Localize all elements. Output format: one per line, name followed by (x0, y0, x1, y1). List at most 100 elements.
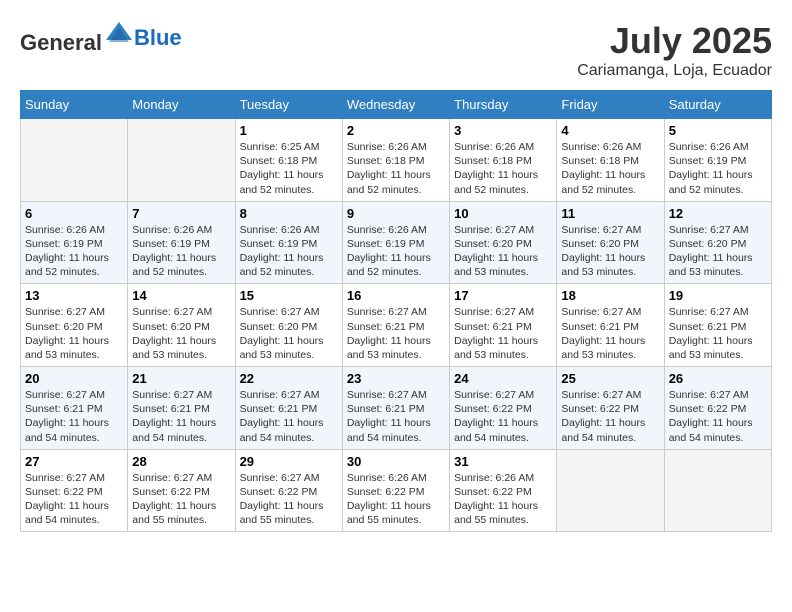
logo-text-general: General (20, 30, 102, 55)
calendar-day-cell: 29 Sunrise: 6:27 AM Sunset: 6:22 PM Dayl… (235, 449, 342, 532)
calendar-table: SundayMondayTuesdayWednesdayThursdayFrid… (20, 90, 772, 532)
calendar-header-cell: Wednesday (342, 91, 449, 119)
day-number: 28 (132, 454, 230, 469)
calendar-day-cell: 25 Sunrise: 6:27 AM Sunset: 6:22 PM Dayl… (557, 367, 664, 450)
calendar-day-cell (128, 119, 235, 202)
day-number: 24 (454, 371, 552, 386)
day-number: 3 (454, 123, 552, 138)
day-number: 22 (240, 371, 338, 386)
day-number: 23 (347, 371, 445, 386)
calendar-day-cell (21, 119, 128, 202)
day-number: 15 (240, 288, 338, 303)
day-number: 29 (240, 454, 338, 469)
calendar-day-cell: 24 Sunrise: 6:27 AM Sunset: 6:22 PM Dayl… (450, 367, 557, 450)
day-number: 30 (347, 454, 445, 469)
day-info: Sunrise: 6:27 AM Sunset: 6:22 PM Dayligh… (669, 388, 767, 445)
day-info: Sunrise: 6:27 AM Sunset: 6:21 PM Dayligh… (669, 305, 767, 362)
calendar-day-cell: 19 Sunrise: 6:27 AM Sunset: 6:21 PM Dayl… (664, 284, 771, 367)
day-info: Sunrise: 6:27 AM Sunset: 6:21 PM Dayligh… (240, 388, 338, 445)
calendar-week-row: 20 Sunrise: 6:27 AM Sunset: 6:21 PM Dayl… (21, 367, 772, 450)
calendar-day-cell: 1 Sunrise: 6:25 AM Sunset: 6:18 PM Dayli… (235, 119, 342, 202)
day-number: 4 (561, 123, 659, 138)
day-info: Sunrise: 6:27 AM Sunset: 6:22 PM Dayligh… (454, 388, 552, 445)
calendar-day-cell: 9 Sunrise: 6:26 AM Sunset: 6:19 PM Dayli… (342, 201, 449, 284)
day-number: 19 (669, 288, 767, 303)
calendar-header-cell: Monday (128, 91, 235, 119)
calendar-day-cell: 21 Sunrise: 6:27 AM Sunset: 6:21 PM Dayl… (128, 367, 235, 450)
day-number: 18 (561, 288, 659, 303)
calendar-header-row: SundayMondayTuesdayWednesdayThursdayFrid… (21, 91, 772, 119)
day-info: Sunrise: 6:27 AM Sunset: 6:21 PM Dayligh… (347, 388, 445, 445)
calendar-day-cell: 22 Sunrise: 6:27 AM Sunset: 6:21 PM Dayl… (235, 367, 342, 450)
calendar-day-cell: 15 Sunrise: 6:27 AM Sunset: 6:20 PM Dayl… (235, 284, 342, 367)
day-info: Sunrise: 6:26 AM Sunset: 6:19 PM Dayligh… (132, 223, 230, 280)
day-number: 12 (669, 206, 767, 221)
calendar-day-cell: 28 Sunrise: 6:27 AM Sunset: 6:22 PM Dayl… (128, 449, 235, 532)
day-number: 31 (454, 454, 552, 469)
calendar-header-cell: Sunday (21, 91, 128, 119)
calendar-day-cell: 23 Sunrise: 6:27 AM Sunset: 6:21 PM Dayl… (342, 367, 449, 450)
day-number: 16 (347, 288, 445, 303)
calendar-day-cell: 13 Sunrise: 6:27 AM Sunset: 6:20 PM Dayl… (21, 284, 128, 367)
day-number: 25 (561, 371, 659, 386)
calendar-day-cell (557, 449, 664, 532)
calendar-day-cell (664, 449, 771, 532)
day-info: Sunrise: 6:27 AM Sunset: 6:21 PM Dayligh… (561, 305, 659, 362)
calendar-day-cell: 10 Sunrise: 6:27 AM Sunset: 6:20 PM Dayl… (450, 201, 557, 284)
day-info: Sunrise: 6:27 AM Sunset: 6:21 PM Dayligh… (454, 305, 552, 362)
day-number: 6 (25, 206, 123, 221)
calendar-day-cell: 6 Sunrise: 6:26 AM Sunset: 6:19 PM Dayli… (21, 201, 128, 284)
day-info: Sunrise: 6:26 AM Sunset: 6:22 PM Dayligh… (347, 471, 445, 528)
day-info: Sunrise: 6:27 AM Sunset: 6:22 PM Dayligh… (132, 471, 230, 528)
day-number: 9 (347, 206, 445, 221)
day-info: Sunrise: 6:26 AM Sunset: 6:22 PM Dayligh… (454, 471, 552, 528)
calendar-body: 1 Sunrise: 6:25 AM Sunset: 6:18 PM Dayli… (21, 119, 772, 532)
day-info: Sunrise: 6:27 AM Sunset: 6:20 PM Dayligh… (132, 305, 230, 362)
day-info: Sunrise: 6:27 AM Sunset: 6:20 PM Dayligh… (240, 305, 338, 362)
calendar-day-cell: 26 Sunrise: 6:27 AM Sunset: 6:22 PM Dayl… (664, 367, 771, 450)
calendar-week-row: 13 Sunrise: 6:27 AM Sunset: 6:20 PM Dayl… (21, 284, 772, 367)
location-title: Cariamanga, Loja, Ecuador (577, 62, 772, 80)
day-info: Sunrise: 6:27 AM Sunset: 6:20 PM Dayligh… (454, 223, 552, 280)
day-info: Sunrise: 6:26 AM Sunset: 6:18 PM Dayligh… (454, 140, 552, 197)
day-number: 27 (25, 454, 123, 469)
calendar-week-row: 6 Sunrise: 6:26 AM Sunset: 6:19 PM Dayli… (21, 201, 772, 284)
calendar-week-row: 1 Sunrise: 6:25 AM Sunset: 6:18 PM Dayli… (21, 119, 772, 202)
day-info: Sunrise: 6:27 AM Sunset: 6:22 PM Dayligh… (561, 388, 659, 445)
day-info: Sunrise: 6:25 AM Sunset: 6:18 PM Dayligh… (240, 140, 338, 197)
calendar-day-cell: 20 Sunrise: 6:27 AM Sunset: 6:21 PM Dayl… (21, 367, 128, 450)
day-info: Sunrise: 6:27 AM Sunset: 6:21 PM Dayligh… (132, 388, 230, 445)
day-number: 14 (132, 288, 230, 303)
calendar-week-row: 27 Sunrise: 6:27 AM Sunset: 6:22 PM Dayl… (21, 449, 772, 532)
logo: General Blue (20, 20, 182, 56)
calendar-day-cell: 17 Sunrise: 6:27 AM Sunset: 6:21 PM Dayl… (450, 284, 557, 367)
calendar-day-cell: 11 Sunrise: 6:27 AM Sunset: 6:20 PM Dayl… (557, 201, 664, 284)
calendar-day-cell: 31 Sunrise: 6:26 AM Sunset: 6:22 PM Dayl… (450, 449, 557, 532)
day-number: 21 (132, 371, 230, 386)
day-number: 13 (25, 288, 123, 303)
logo-text-blue: Blue (134, 25, 182, 51)
day-info: Sunrise: 6:27 AM Sunset: 6:20 PM Dayligh… (561, 223, 659, 280)
calendar-header-cell: Saturday (664, 91, 771, 119)
calendar-day-cell: 30 Sunrise: 6:26 AM Sunset: 6:22 PM Dayl… (342, 449, 449, 532)
day-info: Sunrise: 6:26 AM Sunset: 6:19 PM Dayligh… (25, 223, 123, 280)
calendar-day-cell: 2 Sunrise: 6:26 AM Sunset: 6:18 PM Dayli… (342, 119, 449, 202)
day-info: Sunrise: 6:27 AM Sunset: 6:20 PM Dayligh… (669, 223, 767, 280)
logo-icon (104, 20, 134, 50)
calendar-day-cell: 3 Sunrise: 6:26 AM Sunset: 6:18 PM Dayli… (450, 119, 557, 202)
calendar-day-cell: 7 Sunrise: 6:26 AM Sunset: 6:19 PM Dayli… (128, 201, 235, 284)
day-number: 5 (669, 123, 767, 138)
title-block: July 2025 Cariamanga, Loja, Ecuador (577, 20, 772, 80)
calendar-day-cell: 14 Sunrise: 6:27 AM Sunset: 6:20 PM Dayl… (128, 284, 235, 367)
calendar-day-cell: 4 Sunrise: 6:26 AM Sunset: 6:18 PM Dayli… (557, 119, 664, 202)
day-info: Sunrise: 6:27 AM Sunset: 6:20 PM Dayligh… (25, 305, 123, 362)
day-number: 8 (240, 206, 338, 221)
day-number: 11 (561, 206, 659, 221)
calendar-day-cell: 27 Sunrise: 6:27 AM Sunset: 6:22 PM Dayl… (21, 449, 128, 532)
day-info: Sunrise: 6:27 AM Sunset: 6:22 PM Dayligh… (240, 471, 338, 528)
calendar-day-cell: 5 Sunrise: 6:26 AM Sunset: 6:19 PM Dayli… (664, 119, 771, 202)
day-number: 26 (669, 371, 767, 386)
day-info: Sunrise: 6:26 AM Sunset: 6:18 PM Dayligh… (561, 140, 659, 197)
calendar-day-cell: 16 Sunrise: 6:27 AM Sunset: 6:21 PM Dayl… (342, 284, 449, 367)
day-info: Sunrise: 6:26 AM Sunset: 6:19 PM Dayligh… (347, 223, 445, 280)
